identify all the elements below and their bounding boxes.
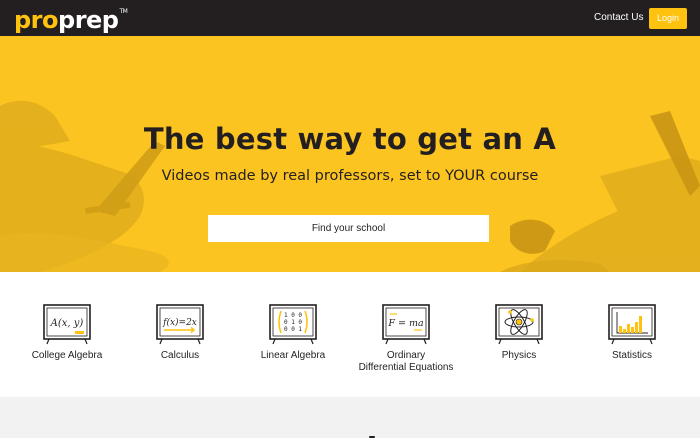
svg-text:1 0 0: 1 0 0 [284, 312, 302, 319]
hero-headline: The best way to get an A [143, 122, 557, 156]
course-statistics[interactable]: Statistics [576, 302, 688, 362]
course-label: Physics [501, 350, 537, 361]
top-navigation-bar: proprepTM Contact Us Login [0, 0, 700, 36]
course-ordinary-differential-equations[interactable]: F = ma Ordinary Differential Equations [350, 302, 462, 374]
course-college-algebra[interactable]: A(x, y) College Algebra [11, 302, 123, 362]
svg-text:A(x, y): A(x, y) [50, 318, 84, 329]
logo-pro-text: pro [14, 6, 59, 34]
svg-text:F = ma: F = ma [387, 318, 424, 329]
ode-board-icon: F = ma [382, 304, 430, 345]
course-label-line-1: Ordinary [386, 350, 426, 361]
course-label: Linear Algebra [260, 350, 326, 361]
logo-trademark: TM [119, 8, 128, 15]
calculus-board-icon: f(x)=2x [156, 304, 204, 345]
login-button[interactable]: Login [649, 8, 687, 29]
course-label: Statistics [611, 350, 652, 361]
course-calculus[interactable]: f(x)=2x Calculus [124, 302, 236, 362]
course-label-line-2: Differential Equations [358, 362, 454, 373]
hero-banner: The best way to get an A Videos made by … [0, 36, 700, 272]
logo-prep-text: prep [58, 6, 119, 34]
matrix-board-icon: 1 0 0 0 1 0 0 0 1 [269, 304, 317, 345]
course-linear-algebra[interactable]: 1 0 0 0 1 0 0 0 1 Linear Algebra [237, 302, 349, 362]
hero-subheadline: Videos made by real professors, set to Y… [161, 168, 539, 184]
atom-board-icon [495, 304, 543, 345]
svg-text:f(x)=2x: f(x)=2x [162, 317, 197, 328]
bar-chart-board-icon [608, 304, 656, 345]
proprep-logo[interactable]: proprepTM [14, 5, 128, 34]
contact-us-link[interactable]: Contact Us [594, 12, 643, 23]
course-list: A(x, y) College Algebra f(x)=2x Calculus… [0, 272, 700, 397]
course-label: Calculus [160, 350, 200, 361]
svg-text:0 1 0: 0 1 0 [284, 319, 302, 326]
find-your-school-button[interactable]: Find your school [208, 215, 489, 242]
course-label: College Algebra [31, 350, 103, 361]
course-label: Ordinary Differential Equations [350, 350, 462, 374]
course-physics[interactable]: Physics [463, 302, 575, 362]
footer-section [0, 397, 700, 438]
algebra-board-icon: A(x, y) [43, 304, 91, 345]
svg-text:0 0 1: 0 0 1 [284, 326, 302, 333]
